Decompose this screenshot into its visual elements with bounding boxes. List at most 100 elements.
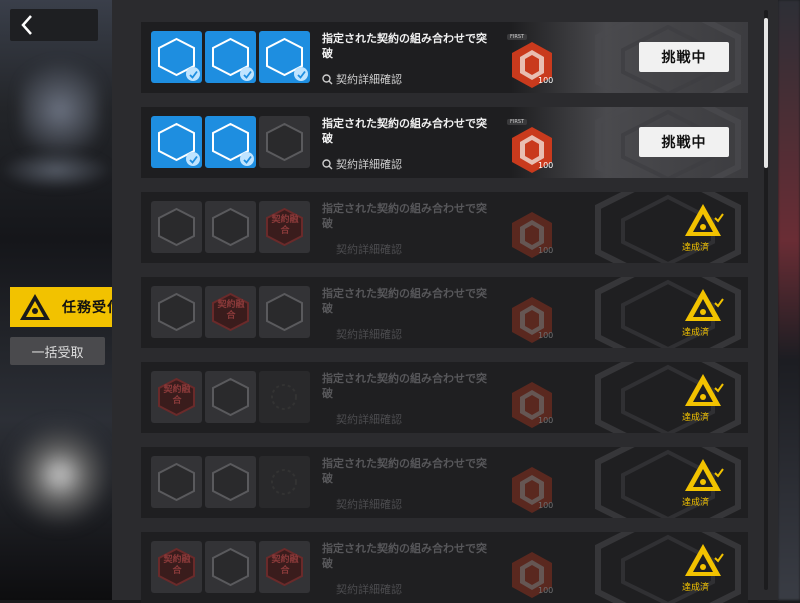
contract-badge-text: 契約融合 [163, 555, 191, 576]
mission-title: 指定された契約の組み合わせで突破 [322, 202, 487, 230]
reward-count: 100 [538, 416, 554, 425]
contract-detail-link[interactable]: 契約詳細確認 [336, 581, 402, 597]
contract-slot[interactable] [151, 201, 202, 253]
contract-slot[interactable] [259, 286, 310, 338]
check-icon [186, 152, 200, 166]
contract-detail-label: 契約詳細確認 [336, 413, 402, 426]
reward-count: 100 [538, 76, 554, 85]
mission-title: 指定された契約の組み合わせで突破 [322, 542, 487, 570]
check-icon [294, 67, 308, 81]
scrollbar-thumb[interactable] [764, 18, 768, 168]
achieved-label: 達成済 [682, 583, 710, 593]
reward-item[interactable]: 100 [507, 289, 559, 343]
contract-slot[interactable] [259, 371, 310, 423]
contract-slot[interactable]: 契約融合 [259, 201, 310, 253]
check-icon [240, 67, 254, 81]
challenging-button[interactable]: 挑戦中 [639, 127, 729, 157]
achieved-label: 達成済 [682, 413, 710, 423]
reward-item[interactable]: 100 [507, 204, 559, 258]
achieved-emblem-icon [685, 289, 724, 321]
achieved-emblem-icon [685, 459, 724, 491]
reward-item[interactable]: FIRST 100 [507, 119, 559, 173]
contract-slot[interactable] [259, 31, 310, 83]
achieved-emblem-icon [685, 544, 724, 576]
mission-title: 指定された契約の組み合わせで突破 [322, 117, 487, 145]
contract-detail-label: 契約詳細確認 [336, 328, 402, 341]
mission-row: 指定された契約の組み合わせで突破契約詳細確認 100 達成済 [141, 447, 748, 518]
mission-title: 指定された契約の組み合わせで突破 [322, 287, 487, 315]
check-icon [186, 67, 200, 81]
contract-slot[interactable] [205, 371, 256, 423]
contract-badge-text: 契約融合 [217, 300, 245, 321]
check-icon [240, 152, 254, 166]
contract-slot[interactable] [259, 456, 310, 508]
mission-title: 指定された契約の組み合わせで突破 [322, 32, 487, 60]
contract-detail-link[interactable]: 契約詳細確認 [336, 411, 402, 427]
mission-emblem-icon [20, 294, 50, 320]
achieved-badge: 達成済 [673, 542, 733, 597]
chevron-left-icon [21, 15, 32, 35]
contract-slot[interactable] [151, 456, 202, 508]
contract-detail-label: 契約詳細確認 [336, 158, 402, 171]
achieved-label: 達成済 [682, 498, 710, 508]
contract-badge-text: 契約融合 [271, 555, 299, 576]
reward-count: 100 [538, 331, 554, 340]
mission-title: 指定された契約の組み合わせで突破 [322, 457, 487, 485]
achieved-badge: 達成済 [673, 202, 733, 257]
contract-detail-label: 契約詳細確認 [336, 243, 402, 256]
contract-slot[interactable] [151, 31, 202, 83]
claim-all-button[interactable]: 一括受取 [10, 337, 105, 365]
mission-title: 指定された契約の組み合わせで突破 [322, 372, 487, 400]
reward-count: 100 [538, 501, 554, 510]
contract-detail-link[interactable]: 契約詳細確認 [336, 496, 402, 512]
mission-row: 指定された契約の組み合わせで突破契約詳細確認 FIRST 100 挑戦中 [141, 107, 748, 178]
contract-slot[interactable]: 契約融合 [151, 371, 202, 423]
contract-slot[interactable] [205, 456, 256, 508]
contract-detail-link[interactable]: 契約詳細確認 [322, 156, 402, 172]
achieved-badge: 達成済 [673, 287, 733, 342]
contract-detail-label: 契約詳細確認 [336, 583, 402, 596]
mission-row: 契約融合 指定された契約の組み合わせで突破契約詳細確認 100 達成済 [141, 192, 748, 263]
background-right [778, 0, 800, 600]
contract-detail-link[interactable]: 契約詳細確認 [336, 326, 402, 342]
background-blur [10, 420, 110, 530]
contract-slot[interactable]: 契約融合 [259, 541, 310, 593]
achieved-badge: 達成済 [673, 372, 733, 427]
achieved-emblem-icon [685, 204, 724, 236]
mission-row: 契約融合 指定された契約の組み合わせで突破契約詳細確認 100 達成済 [141, 362, 748, 433]
reward-count: 100 [538, 161, 554, 170]
reward-item[interactable]: 100 [507, 459, 559, 513]
contract-badge-text: 契約融合 [163, 385, 191, 406]
contract-slot[interactable]: 契約融合 [151, 541, 202, 593]
contract-slot[interactable]: 契約融合 [205, 286, 256, 338]
back-button[interactable] [10, 9, 98, 41]
contract-badge-text: 契約融合 [271, 215, 299, 236]
mission-row: 契約融合 指定された契約の組み合わせで突破契約詳細確認 100 達成済 [141, 277, 748, 348]
challenging-button[interactable]: 挑戦中 [639, 42, 729, 72]
contract-detail-link[interactable]: 契約詳細確認 [336, 241, 402, 257]
reward-item[interactable]: 100 [507, 544, 559, 598]
contract-slot[interactable] [151, 116, 202, 168]
achieved-badge: 達成済 [673, 457, 733, 512]
reward-item[interactable]: 100 [507, 374, 559, 428]
search-icon [322, 158, 333, 169]
contract-slot[interactable] [205, 541, 256, 593]
search-icon [322, 73, 333, 84]
mission-row: 契約融合 契約融合 指定された契約の組み合わせで突破契約詳細確認 100 達成済 [141, 532, 748, 603]
background-blur [0, 150, 112, 190]
contract-slot[interactable] [205, 116, 256, 168]
contract-detail-label: 契約詳細確認 [336, 73, 402, 86]
contract-detail-label: 契約詳細確認 [336, 498, 402, 511]
contract-slot[interactable] [205, 31, 256, 83]
reward-count: 100 [538, 586, 554, 595]
contract-slot[interactable] [259, 116, 310, 168]
mission-row: 指定された契約の組み合わせで突破契約詳細確認 FIRST 100 挑戦中 [141, 22, 748, 93]
contract-detail-link[interactable]: 契約詳細確認 [322, 71, 402, 87]
contract-slot[interactable] [151, 286, 202, 338]
contract-slot[interactable] [205, 201, 256, 253]
reward-count: 100 [538, 246, 554, 255]
achieved-label: 達成済 [682, 243, 710, 253]
reward-item[interactable]: FIRST 100 [507, 34, 559, 88]
achieved-label: 達成済 [682, 328, 710, 338]
achieved-emblem-icon [685, 374, 724, 406]
